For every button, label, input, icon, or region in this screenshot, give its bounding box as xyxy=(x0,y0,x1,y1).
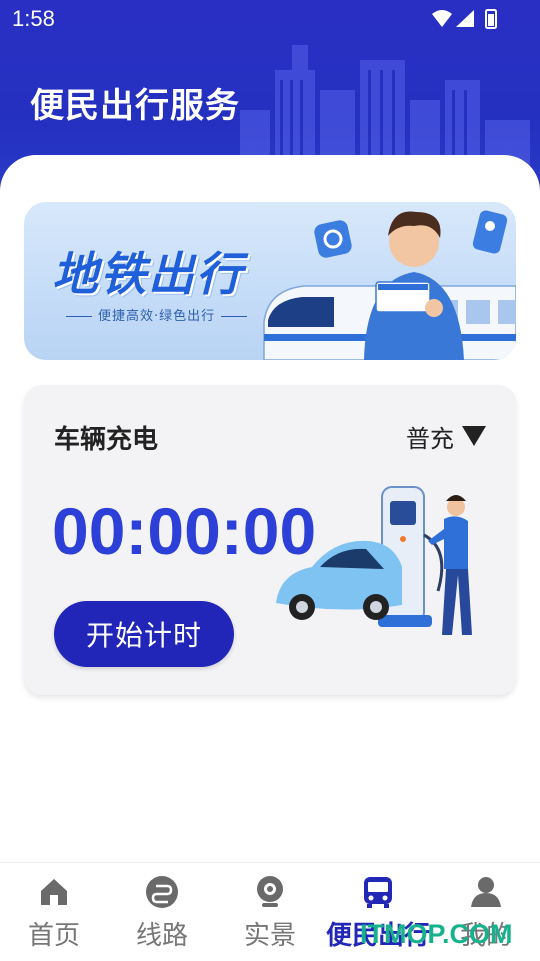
watermark: ITMOP.COM xyxy=(360,919,513,949)
nav-label-home: 首页 xyxy=(27,921,80,951)
status-time: 1:58 xyxy=(12,6,55,31)
caret-down-icon xyxy=(462,426,486,446)
page-title: 便民出行服务 xyxy=(30,86,240,126)
metro-travel-banner[interactable]: 地铁出行 便捷高效·绿色出行 xyxy=(24,202,516,360)
charging-card-title: 车辆充电 xyxy=(54,425,159,455)
status-icons xyxy=(432,9,497,29)
wifi-icon xyxy=(432,10,452,27)
ev-charging-illustration xyxy=(276,486,472,635)
bus-icon xyxy=(364,877,392,908)
home-icon xyxy=(41,879,67,905)
metro-illustration xyxy=(263,210,516,360)
content-sheet: 地铁出行 便捷高效·绿色出行 车辆充电 普充 00:00:00 开始计时 xyxy=(0,155,540,862)
nav-item-route[interactable]: 线路 xyxy=(108,863,216,961)
user-icon xyxy=(471,877,501,907)
nav-item-home[interactable]: 首页 xyxy=(0,863,108,961)
route-icon xyxy=(146,876,178,908)
camera-icon xyxy=(257,876,283,907)
vehicle-charging-card: 车辆充电 普充 00:00:00 开始计时 xyxy=(24,385,516,695)
nav-label-route: 线路 xyxy=(135,921,188,951)
charge-mode-label: 普充 xyxy=(406,424,454,453)
banner-title: 地铁出行 xyxy=(52,247,244,301)
nav-label-live-view: 实景 xyxy=(243,921,296,951)
start-timer-button[interactable]: 开始计时 xyxy=(54,601,234,667)
charge-mode-select[interactable]: 普充 xyxy=(406,420,486,453)
status-bar: 1:58 xyxy=(0,0,540,40)
banner-subtitle: 便捷高效·绿色出行 xyxy=(60,305,253,324)
nav-item-live-view[interactable]: 实景 xyxy=(216,863,324,961)
bottom-nav: 首页 线路 实景 便民出行 我的 ITMOP.COM xyxy=(0,862,540,961)
signal-icon xyxy=(456,10,474,27)
